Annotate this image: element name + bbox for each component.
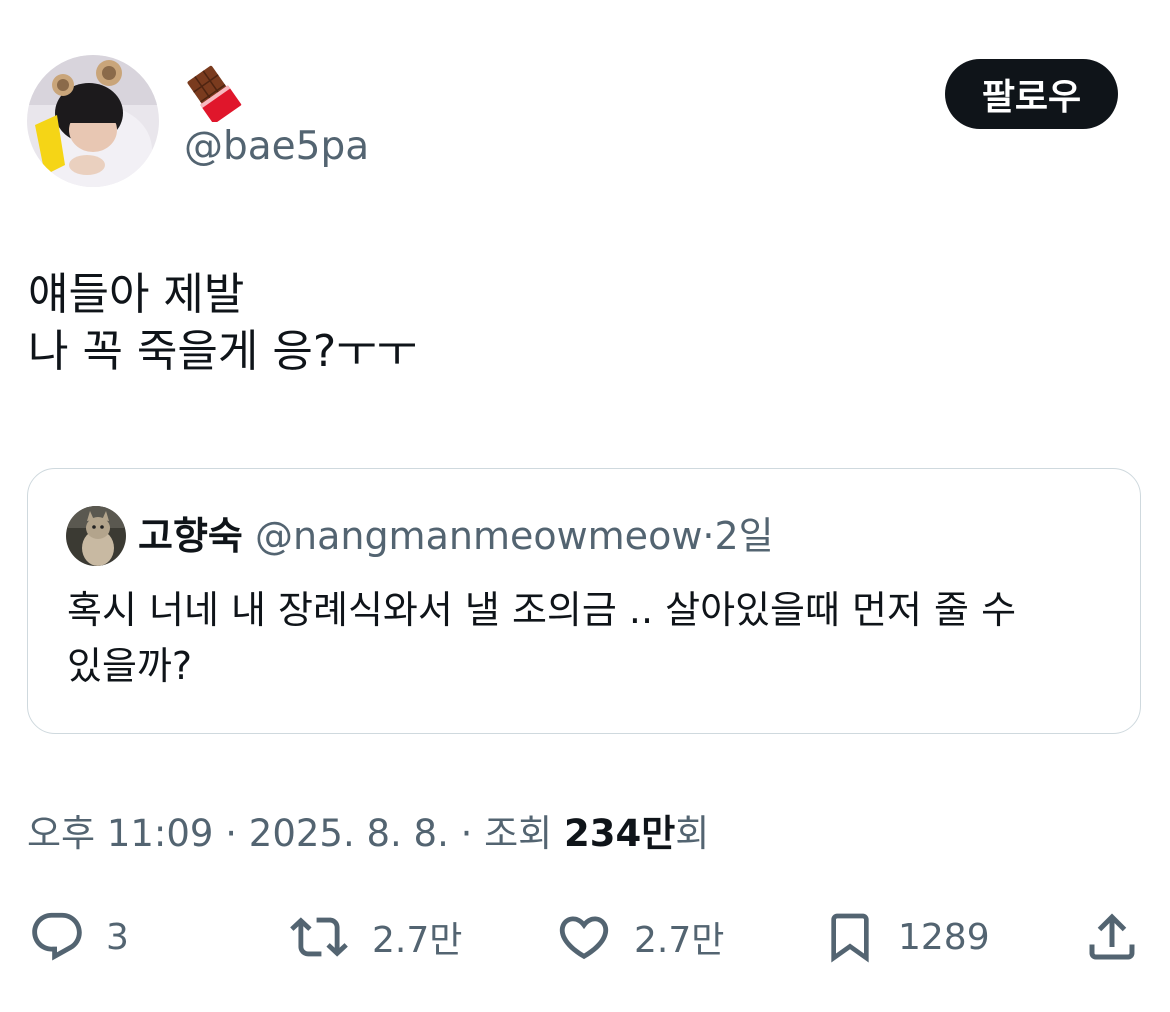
retweet-button[interactable]: 2.7만 xyxy=(286,905,462,969)
tweet-text: 얘들아 제발 나 꼭 죽을게 응?ㅜㅜ xyxy=(28,266,417,380)
share-icon xyxy=(1082,907,1142,967)
views-label: 조회 xyxy=(484,812,564,855)
retweet-count: 2.7만 xyxy=(372,920,463,961)
quoted-tweet-header: 고향숙 @nangmanmeowmeow·2일 xyxy=(138,512,774,560)
quoted-timestamp[interactable]: 2일 xyxy=(715,514,774,558)
chocolate-bar-emoji xyxy=(186,64,244,124)
bookmark-icon xyxy=(822,906,878,968)
reply-count: 3 xyxy=(106,916,129,958)
quoted-separator: · xyxy=(702,514,715,558)
tweet-line: 나 꼭 죽을게 응?ㅜㅜ xyxy=(28,326,418,377)
quoted-text-line: 있을까? xyxy=(67,644,193,688)
quoted-author-handle[interactable]: @nangmanmeowmeow xyxy=(255,514,702,558)
reply-button[interactable]: 3 xyxy=(28,905,129,969)
views-count: 234만 xyxy=(563,812,676,855)
author-handle[interactable]: @bae5pa xyxy=(184,124,369,169)
like-button[interactable]: 2.7만 xyxy=(554,905,724,969)
follow-button[interactable]: 팔로우 xyxy=(945,59,1118,129)
share-button[interactable] xyxy=(1082,905,1142,969)
meta-separator: · xyxy=(448,812,485,855)
quoted-text-line: 혹시 너네 내 장례식와서 낼 조의금 .. 살아있을때 먼저 줄 수 xyxy=(67,588,1017,632)
like-count: 2.7만 xyxy=(634,920,725,961)
bookmark-button[interactable]: 1289 xyxy=(822,905,990,969)
quoted-author-name[interactable]: 고향숙 xyxy=(138,514,243,558)
bookmark-count: 1289 xyxy=(898,916,990,958)
retweet-icon xyxy=(286,908,352,966)
author-avatar[interactable] xyxy=(27,55,159,187)
quoted-author-avatar[interactable] xyxy=(66,506,126,566)
reply-icon xyxy=(28,908,86,966)
views-suffix: 회 xyxy=(675,812,710,855)
tweet-line: 얘들아 제발 xyxy=(28,269,245,320)
tweet-time[interactable]: 오후 11:09 xyxy=(27,812,213,855)
meta-separator: · xyxy=(213,812,249,855)
tweet-meta: 오후 11:09 · 2025. 8. 8. · 조회 234만회 xyxy=(27,810,709,858)
quoted-tweet-text: 혹시 너네 내 장례식와서 낼 조의금 .. 살아있을때 먼저 줄 수 있을까? xyxy=(67,582,1107,694)
heart-icon xyxy=(554,908,614,966)
tweet-date[interactable]: 2025. 8. 8. xyxy=(249,812,449,855)
